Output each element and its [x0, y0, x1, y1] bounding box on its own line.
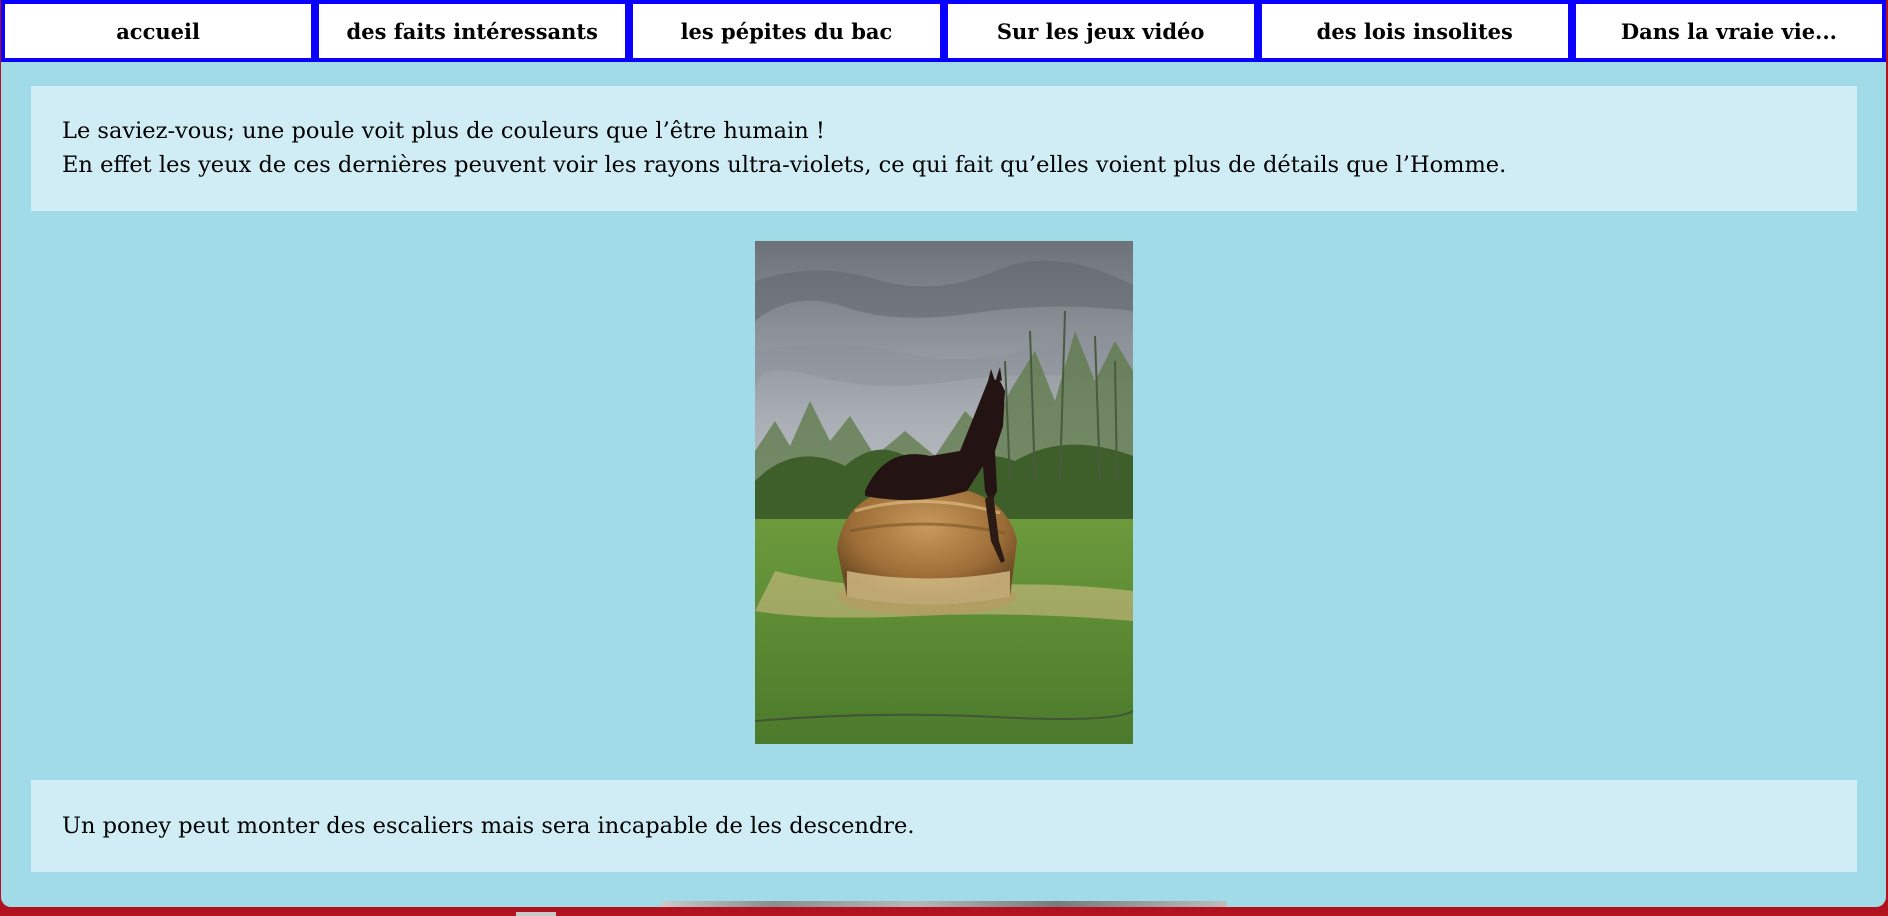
nav-item-pepites-du-bac[interactable]: les pépites du bac	[629, 0, 944, 62]
fact-text-line: Le saviez-vous; une poule voit plus de c…	[62, 118, 825, 144]
fact-card-poney: Un poney peut monter des escaliers mais …	[31, 780, 1857, 872]
page: accueil des faits intéressants les pépit…	[1, 0, 1886, 907]
nav-item-faits-interessants[interactable]: des faits intéressants	[315, 0, 630, 62]
fact-text-line: Un poney peut monter des escaliers mais …	[62, 813, 915, 839]
nav-item-accueil[interactable]: accueil	[1, 0, 316, 62]
fact-text-line: En effet les yeux de ces dernières peuve…	[62, 152, 1507, 178]
nav-item-jeux-video[interactable]: Sur les jeux vidéo	[943, 0, 1258, 62]
fact-card-poule: Le saviez-vous; une poule voit plus de c…	[31, 86, 1857, 211]
nav-item-lois-insolites[interactable]: des lois insolites	[1257, 0, 1572, 62]
nav-item-vraie-vie[interactable]: Dans la vraie vie...	[1571, 0, 1886, 62]
horizontal-scrollbar[interactable]	[516, 912, 556, 916]
horse-on-haybale-photo	[755, 241, 1133, 744]
top-navigation: accueil des faits intéressants les pépit…	[1, 0, 1886, 62]
partial-photo	[661, 901, 1227, 907]
